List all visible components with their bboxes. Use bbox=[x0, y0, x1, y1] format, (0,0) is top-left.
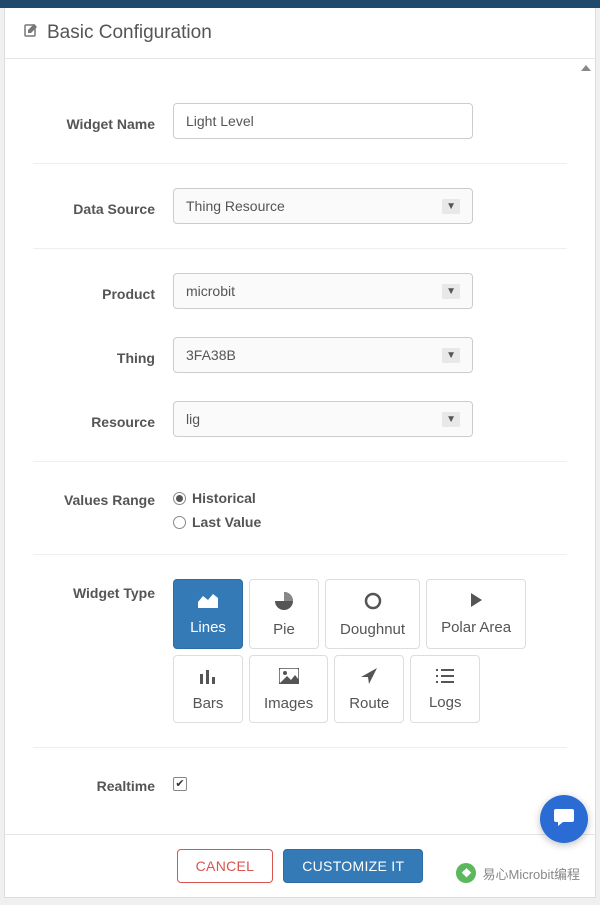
label-resource: Resource bbox=[33, 408, 173, 430]
config-modal: Basic Configuration Widget Name Data Sou… bbox=[4, 8, 596, 898]
wechat-icon: ❖ bbox=[456, 863, 476, 883]
radio-dot-icon bbox=[173, 516, 186, 529]
chart-pie-icon bbox=[275, 592, 293, 613]
radio-last-value[interactable]: Last Value bbox=[173, 514, 567, 530]
modal-body: Widget Name Data Source Thing Resource ▼… bbox=[5, 59, 595, 834]
widget-type-bars[interactable]: Bars bbox=[173, 655, 243, 723]
chevron-down-icon: ▼ bbox=[442, 284, 460, 299]
widget-type-grid: Lines Pie Doughnut bbox=[173, 579, 533, 723]
label-widget-name: Widget Name bbox=[33, 110, 173, 132]
customize-button[interactable]: CUSTOMIZE IT bbox=[283, 849, 423, 883]
play-icon bbox=[468, 592, 484, 611]
widget-type-route[interactable]: Route bbox=[334, 655, 404, 723]
thing-select[interactable]: 3FA38B ▼ bbox=[173, 337, 473, 373]
widget-type-polar-area[interactable]: Polar Area bbox=[426, 579, 526, 649]
tile-label: Route bbox=[349, 695, 389, 712]
widget-type-doughnut[interactable]: Doughnut bbox=[325, 579, 420, 649]
label-widget-type: Widget Type bbox=[33, 579, 173, 601]
location-arrow-icon bbox=[361, 668, 377, 687]
row-widget-type: Widget Type Lines Pie bbox=[33, 554, 567, 737]
radio-historical[interactable]: Historical bbox=[173, 490, 567, 506]
scroll-up-indicator bbox=[581, 65, 591, 71]
widget-type-lines[interactable]: Lines bbox=[173, 579, 243, 649]
product-value: microbit bbox=[186, 283, 235, 299]
row-values-range: Values Range Historical Last Value bbox=[33, 461, 567, 544]
tile-label: Logs bbox=[429, 694, 462, 711]
resource-value: lig bbox=[186, 411, 200, 427]
list-icon bbox=[436, 668, 454, 686]
label-product: Product bbox=[33, 280, 173, 302]
label-thing: Thing bbox=[33, 344, 173, 366]
radio-last-value-label: Last Value bbox=[192, 514, 261, 530]
row-data-source: Data Source Thing Resource ▼ bbox=[33, 163, 567, 238]
data-source-select[interactable]: Thing Resource ▼ bbox=[173, 188, 473, 224]
watermark: ❖ 易心Microbit编程 bbox=[450, 861, 586, 885]
chevron-down-icon: ▼ bbox=[442, 348, 460, 363]
chat-launcher[interactable] bbox=[540, 795, 588, 843]
app-top-strip bbox=[0, 0, 600, 8]
spacer bbox=[33, 808, 567, 834]
chevron-down-icon: ▼ bbox=[442, 199, 460, 214]
thing-value: 3FA38B bbox=[186, 347, 236, 363]
watermark-text: 易心Microbit编程 bbox=[482, 864, 580, 883]
circle-icon bbox=[364, 592, 382, 613]
image-icon bbox=[279, 668, 299, 687]
cancel-button[interactable]: CANCEL bbox=[177, 849, 274, 883]
realtime-checkbox[interactable]: ✔ bbox=[173, 777, 187, 791]
tile-label: Doughnut bbox=[340, 621, 405, 638]
tile-label: Images bbox=[264, 695, 313, 712]
tile-label: Polar Area bbox=[441, 619, 511, 636]
row-realtime: Realtime ✔ bbox=[33, 747, 567, 808]
row-resource: Resource lig ▼ bbox=[33, 387, 567, 451]
modal-header: Basic Configuration bbox=[5, 8, 595, 59]
chart-area-icon bbox=[198, 592, 218, 611]
product-select[interactable]: microbit ▼ bbox=[173, 273, 473, 309]
edit-icon bbox=[23, 22, 39, 44]
tile-label: Pie bbox=[273, 621, 295, 638]
label-realtime: Realtime bbox=[33, 772, 173, 794]
chart-bar-icon bbox=[199, 668, 217, 687]
tile-label: Bars bbox=[193, 695, 224, 712]
widget-type-images[interactable]: Images bbox=[249, 655, 328, 723]
row-widget-name: Widget Name bbox=[33, 89, 567, 153]
label-values-range: Values Range bbox=[33, 486, 173, 508]
data-source-value: Thing Resource bbox=[186, 198, 285, 214]
label-data-source: Data Source bbox=[33, 195, 173, 217]
chat-icon bbox=[552, 805, 576, 834]
modal-title: Basic Configuration bbox=[47, 22, 212, 44]
widget-type-logs[interactable]: Logs bbox=[410, 655, 480, 723]
tile-label: Lines bbox=[190, 619, 226, 636]
widget-type-pie[interactable]: Pie bbox=[249, 579, 319, 649]
row-product: Product microbit ▼ bbox=[33, 248, 567, 323]
radio-historical-label: Historical bbox=[192, 490, 256, 506]
row-thing: Thing 3FA38B ▼ bbox=[33, 323, 567, 387]
radio-dot-icon bbox=[173, 492, 186, 505]
resource-select[interactable]: lig ▼ bbox=[173, 401, 473, 437]
chevron-down-icon: ▼ bbox=[442, 412, 460, 427]
widget-name-input[interactable] bbox=[173, 103, 473, 139]
